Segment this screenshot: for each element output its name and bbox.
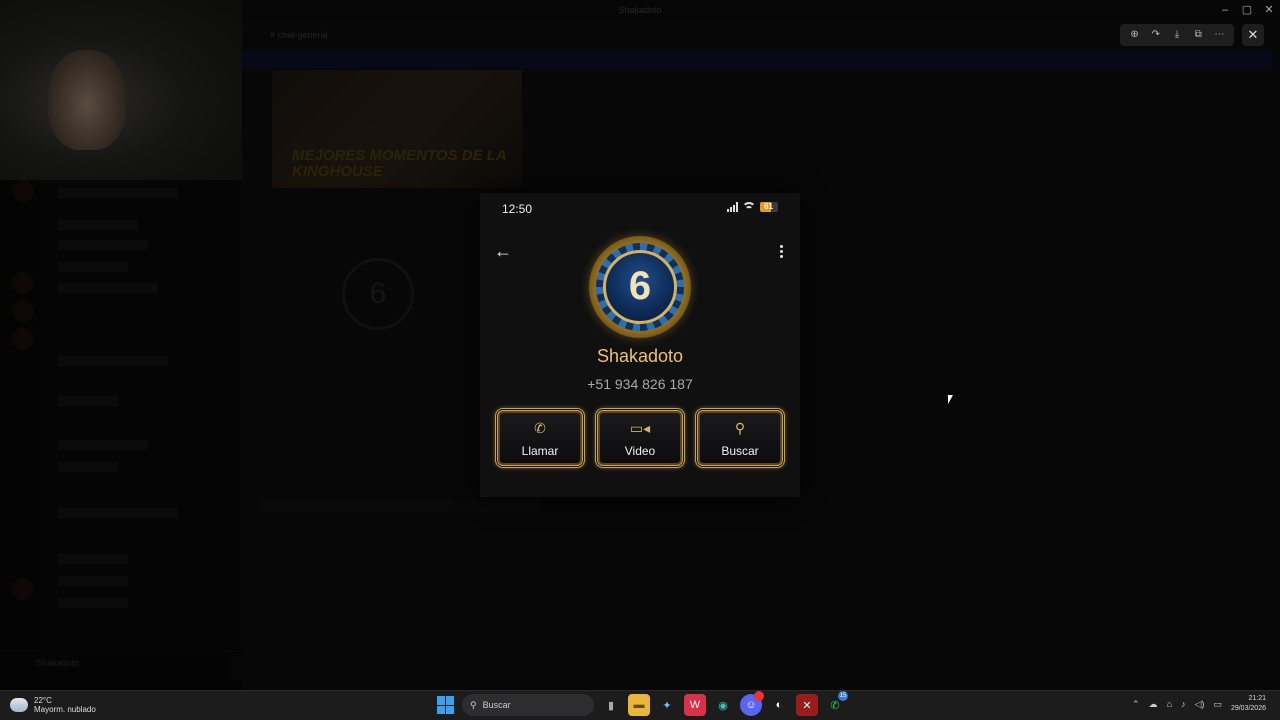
taskbar: 22°C Mayorm. nublado ⚲ Buscar ▮ ▬ ✦ W ◉ … bbox=[0, 690, 1280, 720]
more-icon[interactable]: ⋯ bbox=[1210, 26, 1228, 44]
server-icon bbox=[12, 180, 34, 202]
copilot-icon[interactable]: ✦ bbox=[656, 694, 678, 716]
weather-desc: Mayorm. nublado bbox=[34, 705, 96, 714]
zoom-icon[interactable]: ⊕ bbox=[1126, 26, 1144, 44]
background-message-input bbox=[228, 654, 1272, 680]
viewer-toolbar: ⊕ ↷ ⤓ ⧉ ⋯ bbox=[1120, 24, 1234, 46]
phone-screenshot: 12:50 61 ← 6 Shakadoto +51 934 826 187 ✆ bbox=[480, 193, 800, 497]
clock-time: 21:21 bbox=[1248, 695, 1266, 702]
dota-icon[interactable]: ✕ bbox=[796, 694, 818, 716]
webcam-overlay bbox=[0, 0, 242, 180]
screen: Shakadoto # chat-general MEJORES MOMENTO… bbox=[0, 0, 1280, 690]
signal-icon bbox=[727, 202, 738, 212]
share-icon[interactable]: ↷ bbox=[1147, 26, 1165, 44]
edge-browser-icon[interactable]: ◉ bbox=[712, 694, 734, 716]
system-tray: ⌃ ☁ ⌂ ♪ ◁) ▭ 21:21 29/03/2026 bbox=[1132, 694, 1266, 714]
clock-date: 29/03/2026 bbox=[1230, 705, 1266, 712]
search-button-label: Buscar bbox=[721, 444, 759, 458]
channel-row bbox=[58, 554, 128, 564]
background-message bbox=[262, 500, 542, 512]
call-button[interactable]: ✆ Llamar bbox=[495, 408, 585, 468]
microphone-icon[interactable]: ♪ bbox=[1181, 699, 1186, 709]
channel-row bbox=[58, 508, 178, 518]
contact-name: Shakadoto bbox=[596, 346, 684, 366]
channel-row bbox=[58, 188, 178, 198]
start-button[interactable] bbox=[436, 695, 456, 715]
whatsapp-badge: 15 bbox=[838, 691, 848, 701]
channel-row bbox=[58, 462, 118, 472]
channel-row bbox=[58, 396, 118, 406]
video-icon: ▭◂ bbox=[629, 420, 651, 436]
battery-icon: 61 bbox=[760, 202, 778, 212]
weather-temp: 22°C bbox=[34, 696, 52, 705]
taskbar-apps: ⚲ Buscar ▮ ▬ ✦ W ◉ ☺ ◐ ✕ ✆ 15 bbox=[436, 691, 848, 716]
search-button[interactable]: ⚲ Buscar bbox=[695, 408, 785, 468]
phone-icon: ✆ bbox=[534, 420, 546, 436]
chevron-up-icon[interactable]: ⌃ bbox=[1132, 699, 1140, 710]
download-icon[interactable]: ⤓ bbox=[1168, 26, 1186, 44]
video-button[interactable]: ▭◂ Video bbox=[595, 408, 685, 468]
channel-row bbox=[58, 220, 138, 230]
contact-actions: ✆ Llamar ▭◂ Video ⚲ Buscar bbox=[495, 408, 785, 468]
video-button-label: Video bbox=[624, 444, 656, 458]
whatsapp-icon[interactable]: ✆ 15 bbox=[824, 691, 848, 716]
background-avatar: 6 bbox=[342, 258, 414, 330]
network-icon[interactable]: ⌂ bbox=[1167, 699, 1172, 709]
channel-row bbox=[58, 356, 168, 366]
minimize-button[interactable]: – bbox=[1214, 2, 1236, 18]
search-icon: ⚲ bbox=[470, 699, 477, 710]
phone-status-bar: 61 bbox=[727, 202, 778, 212]
more-vertical-icon[interactable] bbox=[774, 240, 788, 262]
server-icon bbox=[12, 328, 34, 350]
avatar-number: 6 bbox=[603, 250, 677, 324]
background-server-list bbox=[0, 170, 40, 650]
channel-row bbox=[58, 283, 158, 293]
taskbar-clock[interactable]: 21:21 29/03/2026 bbox=[1231, 694, 1266, 714]
wps-office-icon[interactable]: W bbox=[684, 694, 706, 716]
channel-row bbox=[58, 440, 148, 450]
contact-avatar: 6 bbox=[589, 236, 691, 338]
discord-badge bbox=[754, 691, 764, 701]
cloud-icon bbox=[10, 698, 28, 712]
taskbar-search[interactable]: ⚲ Buscar bbox=[462, 694, 594, 716]
discord-icon[interactable]: ☺ bbox=[740, 691, 764, 716]
phone-clock: 12:50 bbox=[502, 202, 533, 216]
taskbar-search-label: Buscar bbox=[482, 700, 511, 710]
open-external-icon[interactable]: ⧉ bbox=[1189, 26, 1207, 44]
task-view-icon[interactable]: ▮ bbox=[600, 694, 622, 716]
thumbnail-title: MEJORES MOMENTOS DE LA KINGHOUSE bbox=[292, 147, 507, 180]
wifi-icon bbox=[743, 202, 755, 212]
battery-level: 61 bbox=[764, 202, 773, 211]
channel-row bbox=[58, 598, 128, 608]
contact-phone-number: +51 934 826 187 bbox=[587, 376, 693, 392]
server-icon bbox=[12, 578, 34, 600]
background-user-bar: Shakadoto bbox=[0, 652, 242, 690]
onedrive-icon[interactable]: ☁ bbox=[1149, 699, 1158, 710]
server-icon bbox=[12, 272, 34, 294]
streamer-face bbox=[48, 50, 126, 150]
file-explorer-icon[interactable]: ▬ bbox=[628, 694, 650, 716]
search-icon: ⚲ bbox=[734, 420, 746, 436]
background-thumbnail: MEJORES MOMENTOS DE LA KINGHOUSE bbox=[272, 70, 522, 188]
close-viewer-button[interactable]: ✕ bbox=[1242, 24, 1264, 46]
display-icon[interactable]: ▭ bbox=[1213, 699, 1222, 710]
server-icon bbox=[12, 300, 34, 322]
maximize-button[interactable]: ▢ bbox=[1236, 2, 1258, 18]
channel-row bbox=[58, 240, 148, 250]
back-arrow-icon[interactable]: ← bbox=[492, 240, 514, 262]
channel-row bbox=[58, 262, 128, 272]
call-button-label: Llamar bbox=[521, 444, 559, 458]
weather-widget[interactable]: 22°C Mayorm. nublado bbox=[10, 696, 96, 714]
background-banner bbox=[242, 50, 1272, 68]
mouse-cursor bbox=[948, 395, 953, 404]
obs-icon[interactable]: ◐ bbox=[768, 694, 790, 716]
channel-row bbox=[58, 576, 128, 586]
volume-icon[interactable]: ◁) bbox=[1195, 699, 1205, 710]
window-close-button[interactable]: ✕ bbox=[1258, 2, 1280, 18]
